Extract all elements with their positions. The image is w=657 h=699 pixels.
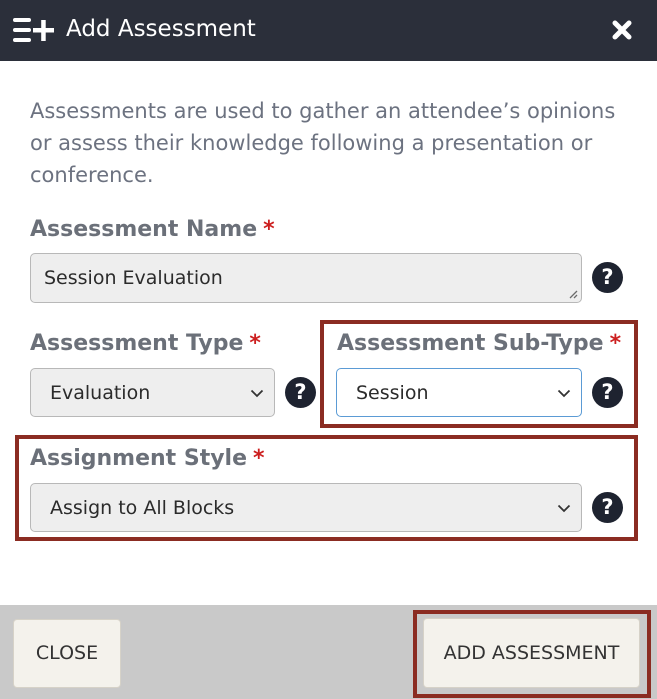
assessment-name-label: Assessment Name * <box>30 216 275 244</box>
chevron-down-icon <box>250 389 264 397</box>
required-marker: * <box>249 331 261 356</box>
intro-text: Assessments are used to gather an attend… <box>30 99 616 187</box>
required-marker: * <box>253 446 265 471</box>
assessment-name-value: Session Evaluation <box>44 267 223 289</box>
required-marker: * <box>263 217 275 242</box>
chevron-down-icon <box>557 389 571 397</box>
assignment-style-label-text: Assignment Style <box>30 446 248 471</box>
assignment-style-label: Assignment Style * <box>30 445 265 473</box>
close-button[interactable]: CLOSE <box>13 619 121 688</box>
assignment-style-value: Assign to All Blocks <box>50 496 235 519</box>
assessment-type-label-text: Assessment Type <box>30 331 244 356</box>
resize-grip-icon[interactable] <box>567 288 578 299</box>
assessment-name-label-text: Assessment Name <box>30 217 258 242</box>
add-assessment-button[interactable]: ADD ASSESSMENT <box>423 618 640 688</box>
assessment-type-select[interactable]: Evaluation <box>30 368 275 417</box>
close-x-icon[interactable] <box>611 19 633 41</box>
assignment-style-help-icon[interactable]: ? <box>592 492 623 523</box>
required-marker: * <box>609 331 622 356</box>
assessment-sub-type-label-text: Assessment Sub-Type <box>337 331 604 356</box>
assessment-sub-type-label: Assessment Sub-Type * <box>337 330 621 358</box>
assessment-type-label: Assessment Type * <box>30 330 261 358</box>
assessment-type-value: Evaluation <box>50 381 151 404</box>
assessment-sub-type-select[interactable]: Session <box>336 368 582 417</box>
dialog-header: Add Assessment <box>0 0 657 61</box>
assessment-sub-type-help-icon[interactable]: ? <box>592 377 623 408</box>
assessment-name-input[interactable]: Session Evaluation <box>30 253 582 303</box>
assessment-name-help-icon[interactable]: ? <box>592 262 623 293</box>
list-plus-icon <box>13 18 54 42</box>
assessment-sub-type-value: Session <box>356 381 429 404</box>
chevron-down-icon <box>557 504 571 512</box>
dialog-title: Add Assessment <box>66 16 256 42</box>
assessment-type-help-icon[interactable]: ? <box>285 377 316 408</box>
assignment-style-select[interactable]: Assign to All Blocks <box>30 483 582 532</box>
